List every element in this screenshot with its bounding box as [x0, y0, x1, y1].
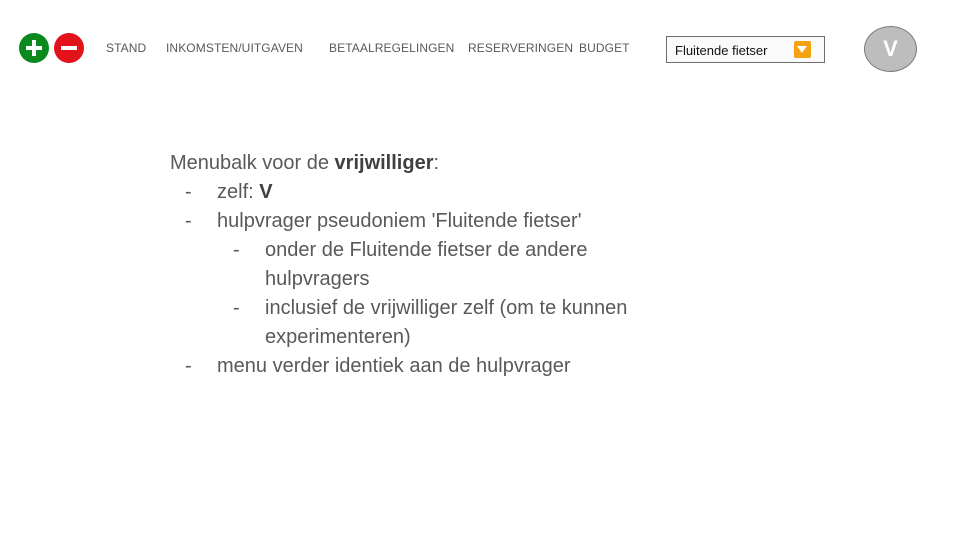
bullet-hulpvrager: hulpvrager pseudoniem 'Fluitende fietser…: [217, 210, 582, 232]
sub-bullet-inclusief-line1: inclusief de vrijwilliger zelf (om te ku…: [265, 297, 628, 319]
nav-item-stand[interactable]: STAND: [106, 41, 146, 55]
sub-bullet-andere-line1: onder de Fluitende fietser de andere: [265, 239, 588, 261]
avatar-initial: V: [883, 36, 898, 61]
bullet-menu-verder: menu verder identiek aan de hulpvrager: [217, 355, 571, 377]
bullet-marker: -: [185, 210, 192, 232]
sub-bullet-marker: -: [233, 239, 240, 261]
nav-item-reserveringen[interactable]: RESERVERINGEN: [468, 41, 573, 55]
user-select-dropdown[interactable]: Fluitende fietser: [666, 36, 825, 63]
add-button[interactable]: [19, 33, 49, 63]
sub-bullet-andere-line2: hulpvragers: [265, 268, 370, 290]
avatar[interactable]: V: [864, 26, 917, 72]
sub-bullet-inclusief-line2: experimenteren): [265, 326, 411, 348]
nav-item-inkomsten-uitgaven[interactable]: INKOMSTEN/UITGAVEN: [166, 41, 303, 55]
bullet-marker: -: [185, 355, 192, 377]
notes-intro: Menubalk voor de vrijwilliger:: [170, 152, 440, 174]
chevron-down-icon[interactable]: [794, 41, 811, 58]
sub-bullet-marker: -: [233, 297, 240, 319]
nav-item-betaalregelingen[interactable]: BETAALREGELINGEN: [329, 41, 454, 55]
user-select-value: Fluitende fietser: [675, 43, 768, 58]
bullet-zelf: zelf: V: [217, 181, 273, 203]
bullet-marker: -: [185, 181, 192, 203]
nav-item-budget[interactable]: BUDGET: [579, 41, 630, 55]
remove-button[interactable]: [54, 33, 84, 63]
